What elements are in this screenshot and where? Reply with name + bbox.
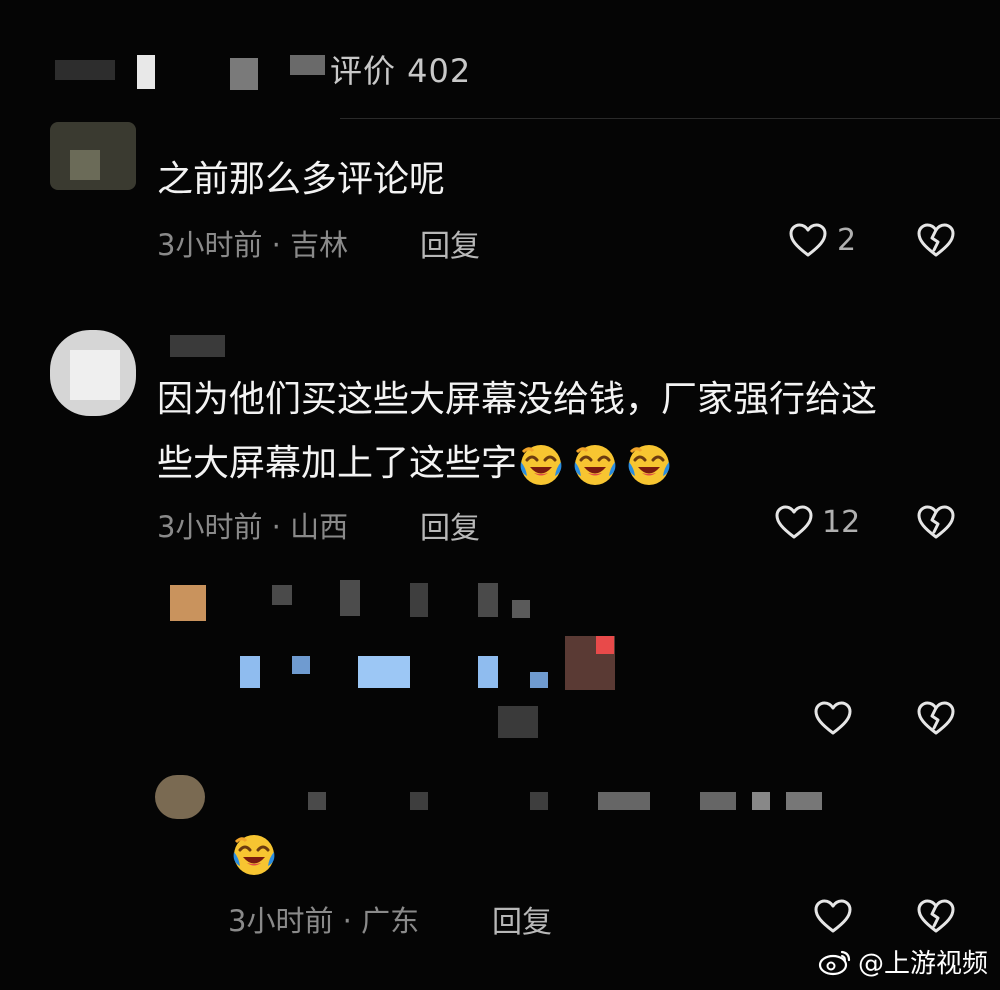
comment-count-label: 评价 402 [330, 52, 472, 90]
blurred-block [752, 792, 770, 810]
watermark: @上游视频 [818, 943, 988, 980]
comment-text-line-1: 因为他们买这些大屏幕没给钱，厂家强行给这 [157, 379, 878, 420]
broken-heart-icon[interactable] [916, 699, 956, 739]
comment-text-line-2: 些大屏幕加上了这些字 [157, 443, 518, 484]
heart-outline-icon[interactable] [813, 699, 853, 739]
broken-heart-icon[interactable] [916, 221, 956, 261]
blurred-block [70, 150, 100, 180]
reply-button[interactable]: 回复 [420, 503, 480, 547]
blurred-block [358, 656, 410, 688]
blurred-block [410, 792, 428, 810]
blurred-block [240, 656, 260, 688]
like-count: 2 [837, 223, 857, 258]
comment-text: 之前那么多评论呢 [157, 159, 446, 200]
reply-button[interactable]: 回复 [420, 221, 480, 265]
broken-heart-icon[interactable] [916, 897, 956, 937]
blurred-block [137, 55, 155, 89]
watermark-text: @上游视频 [857, 949, 988, 979]
blurred-block [290, 55, 325, 75]
comment-meta: 3小时前 · 广东 [228, 904, 420, 938]
laugh-cry-emoji [571, 440, 619, 488]
laugh-cry-emoji [517, 440, 565, 488]
heart-outline-icon[interactable] [774, 503, 814, 543]
laugh-cry-emoji [230, 830, 278, 878]
blurred-block [55, 60, 115, 80]
blurred-block [598, 792, 650, 810]
blurred-block [478, 656, 498, 688]
avatar[interactable] [155, 775, 205, 819]
blurred-block [530, 792, 548, 810]
heart-outline-icon[interactable] [813, 897, 853, 937]
blurred-block [786, 792, 822, 810]
blurred-block [170, 335, 225, 357]
like-count: 12 [822, 505, 861, 540]
blurred-block [340, 580, 360, 616]
comment-meta: 3小时前 · 山西 [157, 510, 349, 544]
blurred-block [512, 600, 530, 618]
laugh-cry-emoji [625, 440, 673, 488]
blurred-block [498, 706, 538, 738]
blurred-block [410, 583, 428, 617]
blurred-block [700, 792, 736, 810]
comment-meta: 3小时前 · 吉林 [157, 228, 349, 262]
blurred-block [530, 672, 548, 688]
reply-button[interactable]: 回复 [492, 897, 552, 941]
blurred-block [596, 636, 614, 654]
weibo-logo-icon [818, 950, 851, 975]
blurred-block [70, 350, 120, 400]
blurred-block [272, 585, 292, 605]
heart-outline-icon[interactable] [788, 221, 828, 261]
blurred-block [230, 58, 258, 90]
comment-text-line-2-row: 些大屏幕加上了这些字 [157, 432, 679, 496]
blurred-block [292, 656, 310, 674]
blurred-block [308, 792, 326, 810]
broken-heart-icon[interactable] [916, 503, 956, 543]
blurred-block [478, 583, 498, 617]
header-divider [340, 118, 1000, 119]
avatar[interactable] [170, 585, 206, 621]
